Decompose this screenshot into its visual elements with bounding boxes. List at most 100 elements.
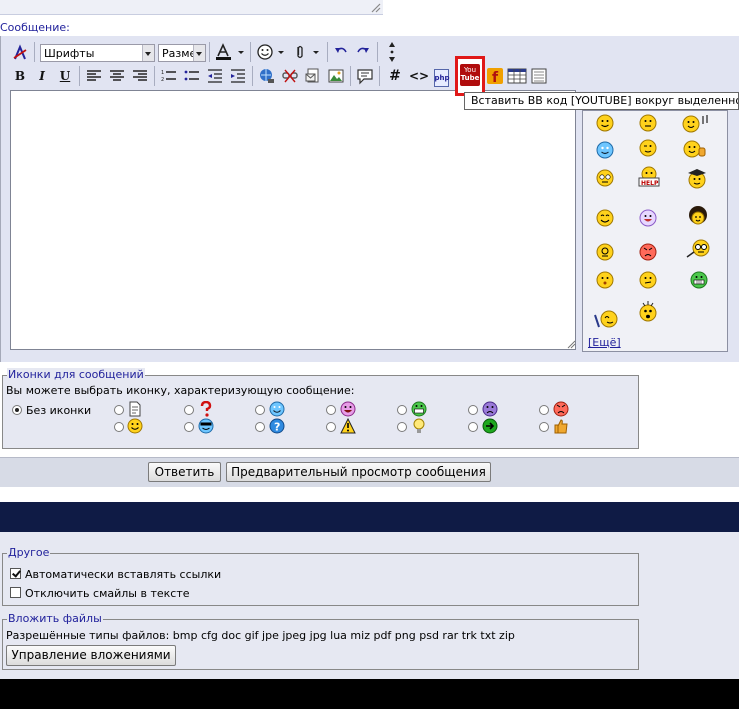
- html-code-icon[interactable]: <>: [408, 67, 430, 85]
- post-icons-legend: Иконки для сообщений: [7, 368, 145, 381]
- insert-image-icon[interactable]: [327, 67, 345, 85]
- font-select-value: Шрифты: [44, 47, 95, 60]
- post-icon-radio[interactable]: [184, 422, 194, 432]
- resize-grip-icon[interactable]: [371, 3, 381, 13]
- insert-email-icon[interactable]: [304, 67, 322, 85]
- facebook-icon[interactable]: f: [486, 67, 504, 85]
- post-icon-radio[interactable]: [539, 405, 549, 415]
- post-icon-radio[interactable]: [114, 422, 124, 432]
- preview-button[interactable]: Предварительный просмотр сообщения: [226, 462, 491, 482]
- post-icon-radio[interactable]: [539, 422, 549, 432]
- post-icon-radio[interactable]: [468, 405, 478, 415]
- nerd-smile-icon[interactable]: [685, 239, 711, 261]
- blush-smile-icon[interactable]: [596, 271, 614, 289]
- insert-link-icon[interactable]: [258, 67, 276, 85]
- no-icon-radio[interactable]: [12, 405, 22, 415]
- smilies-panel: HELP [Ещё]: [582, 110, 728, 352]
- post-icon-radio[interactable]: [397, 422, 407, 432]
- manage-attachments-button[interactable]: Управление вложениями: [6, 645, 176, 666]
- undo-icon[interactable]: [332, 43, 350, 61]
- message-textarea[interactable]: [10, 90, 576, 350]
- post-icons-fieldset: Иконки для сообщений Вы можете выбрать и…: [2, 368, 639, 449]
- php-code-icon[interactable]: php: [432, 67, 450, 87]
- reply-button[interactable]: Ответить: [148, 462, 221, 482]
- unsure-smile-icon[interactable]: [639, 271, 657, 289]
- question-mark-icon: ?: [269, 418, 285, 434]
- font-select[interactable]: Шрифты: [40, 44, 155, 62]
- youtube-button[interactable]: You Tube: [455, 56, 485, 96]
- table-icon[interactable]: [507, 67, 527, 85]
- code-hash-icon[interactable]: #: [386, 67, 404, 85]
- toolbar-separator: [209, 42, 210, 62]
- chevron-down-icon: [142, 45, 154, 61]
- afro-smile-icon[interactable]: [687, 205, 709, 229]
- toolbar-separator: [154, 66, 155, 86]
- dizzy-smile-icon[interactable]: [596, 243, 614, 261]
- align-right-icon[interactable]: [131, 67, 149, 85]
- align-left-icon[interactable]: [85, 67, 103, 85]
- help-smile-icon[interactable]: HELP: [637, 166, 661, 188]
- svg-text:?: ?: [274, 421, 280, 434]
- post-icon-radio[interactable]: [397, 405, 407, 415]
- toolbar-separator: [34, 42, 35, 62]
- bold-icon[interactable]: B: [11, 67, 29, 85]
- chevron-down-icon[interactable]: [311, 43, 321, 61]
- laughing-smile-icon: [340, 401, 356, 417]
- disable-smilies-label: Отключить смайлы в тексте: [25, 587, 190, 600]
- music-smile-icon[interactable]: [681, 112, 713, 134]
- outdent-icon[interactable]: [206, 67, 224, 85]
- auto-links-checkbox[interactable]: [10, 568, 21, 579]
- post-icon-radio[interactable]: [468, 422, 478, 432]
- redo-icon[interactable]: [354, 43, 372, 61]
- italic-icon[interactable]: I: [33, 67, 51, 85]
- text-color-icon[interactable]: [213, 43, 235, 61]
- message-editor: Шрифты Разме B I U 12 # <> php f HELP [Е…: [0, 36, 739, 362]
- remove-link-icon[interactable]: [281, 67, 299, 85]
- post-icon-radio[interactable]: [326, 405, 336, 415]
- ordered-list-icon[interactable]: 12: [160, 67, 178, 85]
- post-icon-radio[interactable]: [114, 405, 124, 415]
- remove-format-icon[interactable]: [11, 44, 29, 62]
- submit-bar: Ответить Предварительный просмотр сообще…: [0, 457, 739, 487]
- question-icon: [200, 401, 212, 417]
- quote-icon[interactable]: [356, 67, 374, 85]
- neutral-smile-icon[interactable]: [639, 114, 657, 132]
- spoiler-icon[interactable]: [530, 67, 548, 85]
- wink-smile-icon[interactable]: [639, 139, 657, 157]
- cool-smile-icon[interactable]: [596, 141, 614, 159]
- chevron-down-icon[interactable]: [236, 43, 246, 61]
- svg-text:1: 1: [161, 70, 164, 76]
- paperclip-icon[interactable]: [291, 43, 309, 61]
- graduate-smile-icon[interactable]: [685, 167, 709, 189]
- disable-smilies-checkbox[interactable]: [10, 587, 21, 598]
- title-field-edge[interactable]: [0, 0, 383, 15]
- cool-smile-icon: [269, 401, 285, 417]
- sad-smile-icon: [482, 401, 498, 417]
- happy-smile-icon[interactable]: [596, 209, 614, 227]
- wave-smile-icon[interactable]: [593, 307, 619, 329]
- post-icon-radio[interactable]: [184, 405, 194, 415]
- eyes-smile-icon[interactable]: [596, 169, 614, 187]
- size-select[interactable]: Разме: [158, 44, 206, 62]
- chevron-down-icon[interactable]: [276, 43, 286, 61]
- resize-grip-icon[interactable]: [567, 340, 576, 349]
- post-icon-radio[interactable]: [255, 422, 265, 432]
- post-icons-section: Иконки для сообщений Вы можете выбрать и…: [0, 364, 739, 452]
- underline-icon[interactable]: U: [56, 67, 74, 85]
- more-smilies-link[interactable]: [Ещё]: [588, 336, 621, 349]
- smile-icon[interactable]: [596, 114, 614, 132]
- shocked-smile-icon[interactable]: [636, 299, 660, 323]
- angry-smile-icon[interactable]: [639, 243, 657, 261]
- post-icon-radio[interactable]: [326, 422, 336, 432]
- svg-text:HELP: HELP: [641, 180, 659, 187]
- unordered-list-icon[interactable]: [183, 67, 201, 85]
- grin-smile-icon[interactable]: [690, 271, 708, 289]
- thumbs-up-smile-icon[interactable]: [683, 139, 707, 159]
- resize-editor-icon[interactable]: [383, 41, 401, 63]
- toolbar-separator: [250, 42, 251, 62]
- smiley-icon[interactable]: [256, 43, 274, 61]
- indent-icon[interactable]: [229, 67, 247, 85]
- align-center-icon[interactable]: [108, 67, 126, 85]
- laughing-smile-icon[interactable]: [639, 209, 657, 227]
- post-icon-radio[interactable]: [255, 405, 265, 415]
